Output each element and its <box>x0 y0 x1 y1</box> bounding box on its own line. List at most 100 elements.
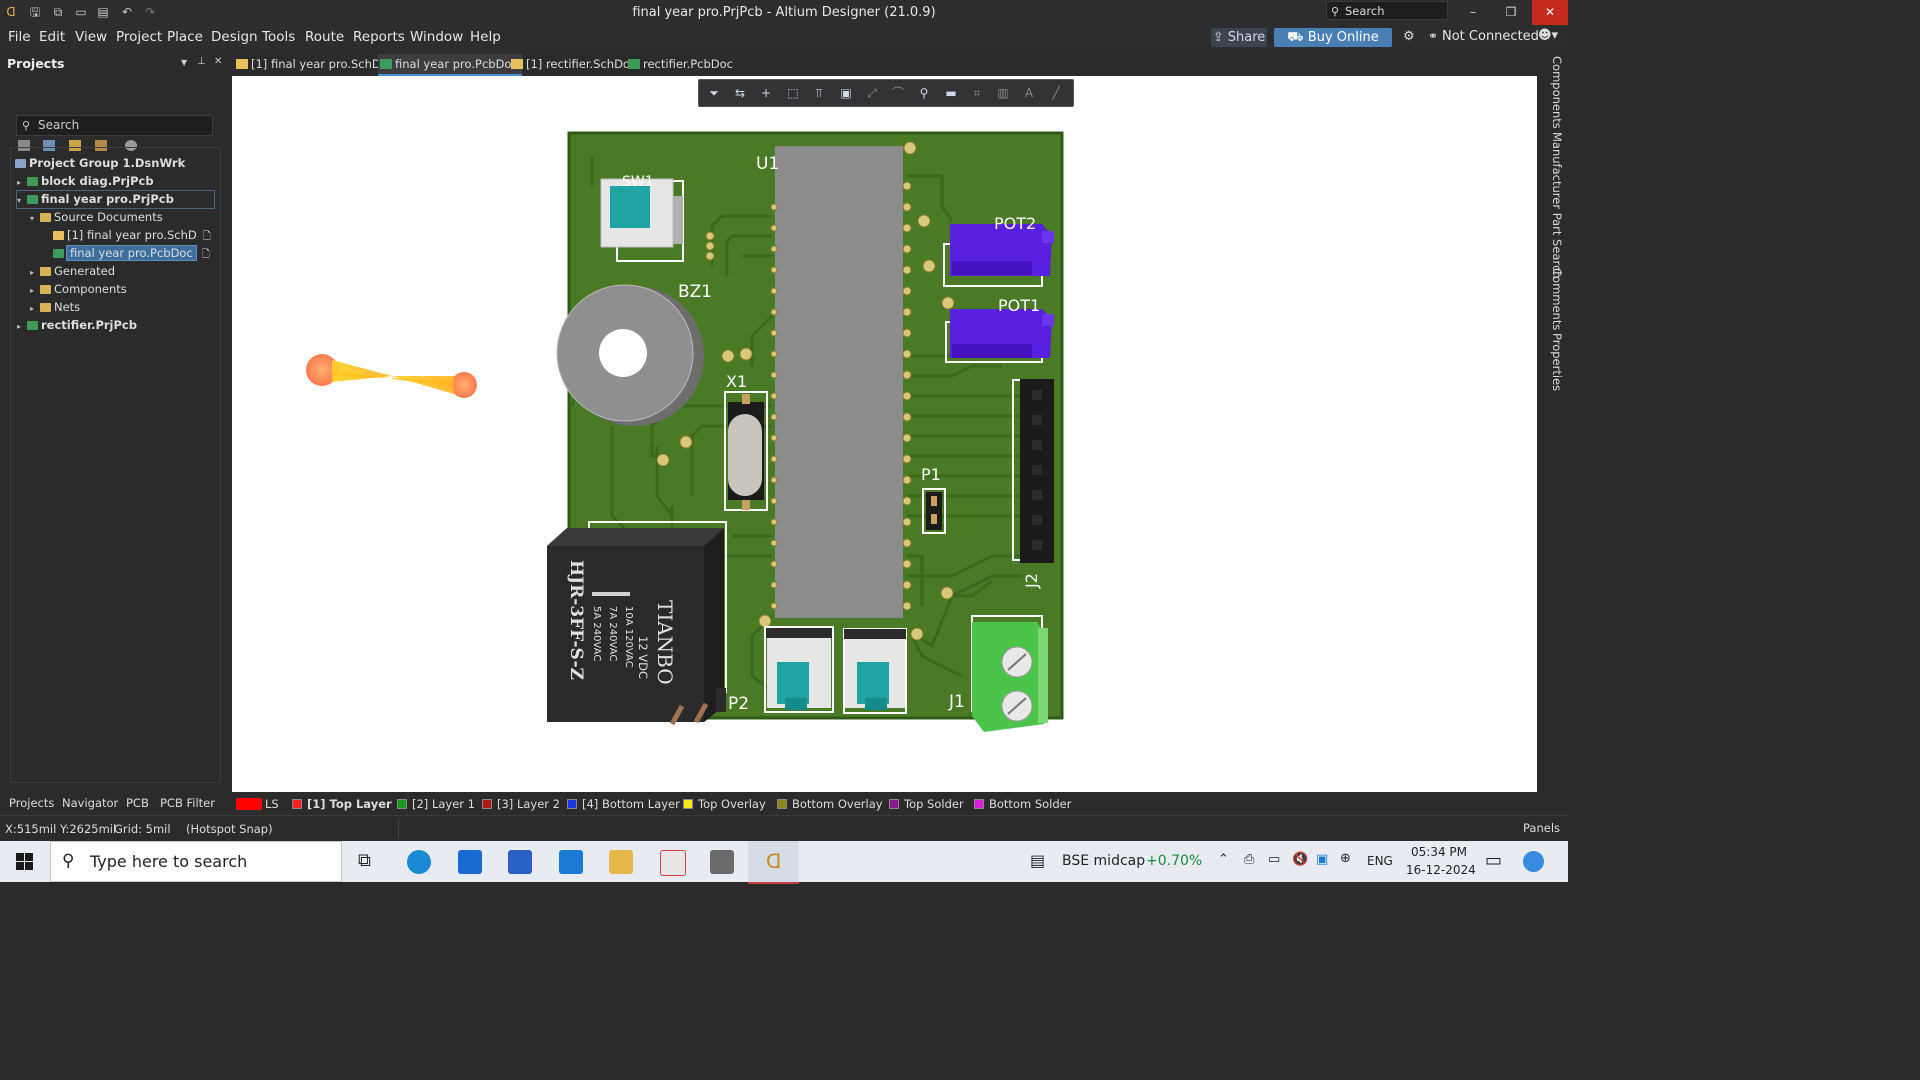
tab-label: [1] rectifier.SchDoc <box>526 57 637 71</box>
menu-tools[interactable]: Tools <box>262 29 295 45</box>
status-divider <box>398 819 399 839</box>
user-account-icon[interactable]: ☻▾ <box>1538 28 1558 43</box>
tree-node-block-diag[interactable]: ▸ block diag.PrjPcb <box>17 173 154 190</box>
tray-overflow-icon[interactable]: ⌃ <box>1218 852 1229 867</box>
expand-arrow-icon[interactable]: ▸ <box>30 264 40 281</box>
layer-bottom-layer[interactable]: [4] Bottom Layer <box>566 796 680 812</box>
layer-label: Top Solder <box>904 797 964 811</box>
panels-button[interactable]: Panels <box>1523 821 1560 835</box>
collapse-arrow-icon[interactable]: ▾ <box>30 210 40 227</box>
bottom-tab-pcb[interactable]: PCB <box>126 796 149 810</box>
menu-window[interactable]: Window <box>410 29 463 45</box>
tab-final-year-pcbdoc[interactable]: final year pro.PcbDoc <box>378 54 522 76</box>
buy-online-button[interactable]: ⛟ Buy Online Now <box>1274 28 1392 64</box>
right-tab-properties[interactable]: Properties <box>1544 333 1564 391</box>
tree-node-components[interactable]: ▸ Components <box>30 281 127 298</box>
clock-time[interactable]: 05:34 PM <box>1411 845 1467 859</box>
tree-node-label: block diag.PrjPcb <box>41 174 154 188</box>
projects-search-input[interactable]: ⚲ Search <box>16 115 213 136</box>
menu-place[interactable]: Place <box>167 29 203 45</box>
label-j1: J1 <box>949 692 965 712</box>
tab-final-year-schdoc[interactable]: [1] final year pro.SchDoc <box>234 54 394 74</box>
tree-node-source-documents[interactable]: ▾ Source Documents <box>30 209 163 226</box>
battery-icon[interactable]: ▭ <box>1268 852 1280 867</box>
bottom-tab-pcb-filter[interactable]: PCB Filter <box>160 796 215 810</box>
tree-node-final-year-pro[interactable]: ▾ final year pro.PrjPcb <box>16 190 215 209</box>
expand-arrow-icon[interactable]: ▸ <box>30 300 40 317</box>
expand-arrow-icon[interactable]: ▸ <box>30 282 40 299</box>
layer-label: [3] Layer 2 <box>497 797 560 811</box>
pin-icon[interactable]: ⊥ <box>197 56 206 67</box>
tree-node-pcbdoc[interactable]: final year pro.PcbDoc 🗋 <box>53 245 210 262</box>
menu-project[interactable]: Project <box>116 29 162 45</box>
menu-help[interactable]: Help <box>470 29 501 45</box>
menu-design[interactable]: Design <box>211 29 258 45</box>
tree-node-schematic[interactable]: [1] final year pro.SchD 🗋 <box>53 227 211 244</box>
file-explorer-icon[interactable] <box>609 850 633 874</box>
maximize-button[interactable]: ❐ <box>1493 0 1529 25</box>
layer-layer-1[interactable]: [2] Layer 1 <box>396 796 475 812</box>
meet-now-icon[interactable]: ⎙ <box>1244 852 1254 867</box>
settings-gear-icon[interactable]: ⚙ <box>1403 29 1415 44</box>
bottom-tab-navigator[interactable]: Navigator <box>62 796 118 810</box>
language-indicator[interactable]: ENG <box>1367 854 1393 868</box>
menu-edit[interactable]: Edit <box>39 29 65 45</box>
layer-top-solder[interactable]: Top Solder <box>888 796 964 812</box>
global-search-input[interactable]: ⚲ Search <box>1326 1 1448 20</box>
right-tab-comments[interactable]: Comments <box>1544 268 1564 330</box>
expand-arrow-icon[interactable]: ▸ <box>17 318 27 335</box>
connection-status[interactable]: Not Connected <box>1442 29 1539 44</box>
close-button[interactable]: ✕ <box>1532 0 1568 25</box>
minimize-button[interactable]: – <box>1455 0 1491 25</box>
layer-set-ls[interactable]: LS <box>235 796 279 812</box>
layer-top-layer[interactable]: [1] Top Layer <box>291 796 392 812</box>
task-view-icon[interactable]: ⧉ <box>358 850 371 871</box>
expand-arrow-icon[interactable]: ▸ <box>17 174 27 191</box>
notifications-icon[interactable]: ▭ <box>1485 850 1502 871</box>
collapse-arrow-icon[interactable]: ▾ <box>17 192 27 209</box>
edge-browser-icon[interactable] <box>407 850 431 874</box>
pcb-3d-canvas[interactable]: ⏷ ⇆ + ⬚ ⫪ ▣ ⤢ ⌒ ⚲ ▬ ⌗ ▥ A ╱ U1 BZ1 X1 P1… <box>232 76 1537 792</box>
layer-label: Top Overlay <box>698 797 766 811</box>
calculator-icon[interactable] <box>710 850 734 874</box>
tree-node-workspace[interactable]: Project Group 1.DsnWrk <box>15 155 185 172</box>
panel-menu-icon[interactable]: ▼ <box>181 58 187 67</box>
network-globe-icon[interactable]: ⊕ <box>1340 851 1351 866</box>
tree-node-nets[interactable]: ▸ Nets <box>30 299 80 316</box>
layer-layer-2[interactable]: [3] Layer 2 <box>481 796 560 812</box>
tree-node-rectifier[interactable]: ▸ rectifier.PrjPcb <box>17 317 137 334</box>
menu-reports[interactable]: Reports <box>353 29 405 45</box>
layer-bottom-solder[interactable]: Bottom Solder <box>973 796 1071 812</box>
microsoft-store-icon[interactable] <box>508 850 532 874</box>
windows-start-icon[interactable] <box>16 853 33 870</box>
panel-close-icon[interactable]: ✕ <box>214 56 222 67</box>
stock-widget-icon[interactable]: ▤ <box>1030 851 1045 870</box>
taskbar-search-box[interactable]: ⚲ Type here to search <box>50 841 342 882</box>
snipping-tool-icon[interactable] <box>660 850 686 876</box>
copilot-icon[interactable] <box>1523 851 1544 872</box>
menu-view[interactable]: View <box>75 29 107 45</box>
layer-bottom-overlay[interactable]: Bottom Overlay <box>776 796 883 812</box>
project-icon <box>27 195 38 204</box>
layer-label: Bottom Overlay <box>792 797 883 811</box>
menu-route[interactable]: Route <box>305 29 344 45</box>
tab-label: rectifier.PcbDoc <box>643 57 733 71</box>
right-tab-components[interactable]: Components <box>1544 56 1564 129</box>
tab-rectifier-schdoc[interactable]: [1] rectifier.SchDoc <box>509 54 636 74</box>
volume-muted-icon[interactable]: 🔇 <box>1292 852 1308 867</box>
tree-node-generated[interactable]: ▸ Generated <box>30 263 115 280</box>
app-tray-icon[interactable]: ▣ <box>1316 852 1328 867</box>
clock-date[interactable]: 16-12-2024 <box>1406 863 1476 877</box>
tab-rectifier-pcbdoc[interactable]: rectifier.PcbDoc <box>626 54 733 74</box>
menu-file[interactable]: File <box>8 29 31 45</box>
altium-taskbar-button[interactable]: ᗡ <box>748 841 799 884</box>
mail-icon[interactable] <box>458 850 482 874</box>
layer-top-overlay[interactable]: Top Overlay <box>682 796 766 812</box>
stock-name[interactable]: BSE midcap <box>1062 853 1145 869</box>
share-button[interactable]: ⇪ Share <box>1211 28 1267 47</box>
bottom-tab-projects[interactable]: Projects <box>9 796 54 810</box>
right-tab-manufacturer-part-search[interactable]: Manufacturer Part Search <box>1544 132 1564 279</box>
windows-taskbar: ⚲ Type here to search ⧉ ᗡ ▤ BSE midcap +… <box>0 841 1568 884</box>
snap-mode: (Hotspot Snap) <box>186 822 273 836</box>
app-blue-icon[interactable] <box>559 850 583 874</box>
